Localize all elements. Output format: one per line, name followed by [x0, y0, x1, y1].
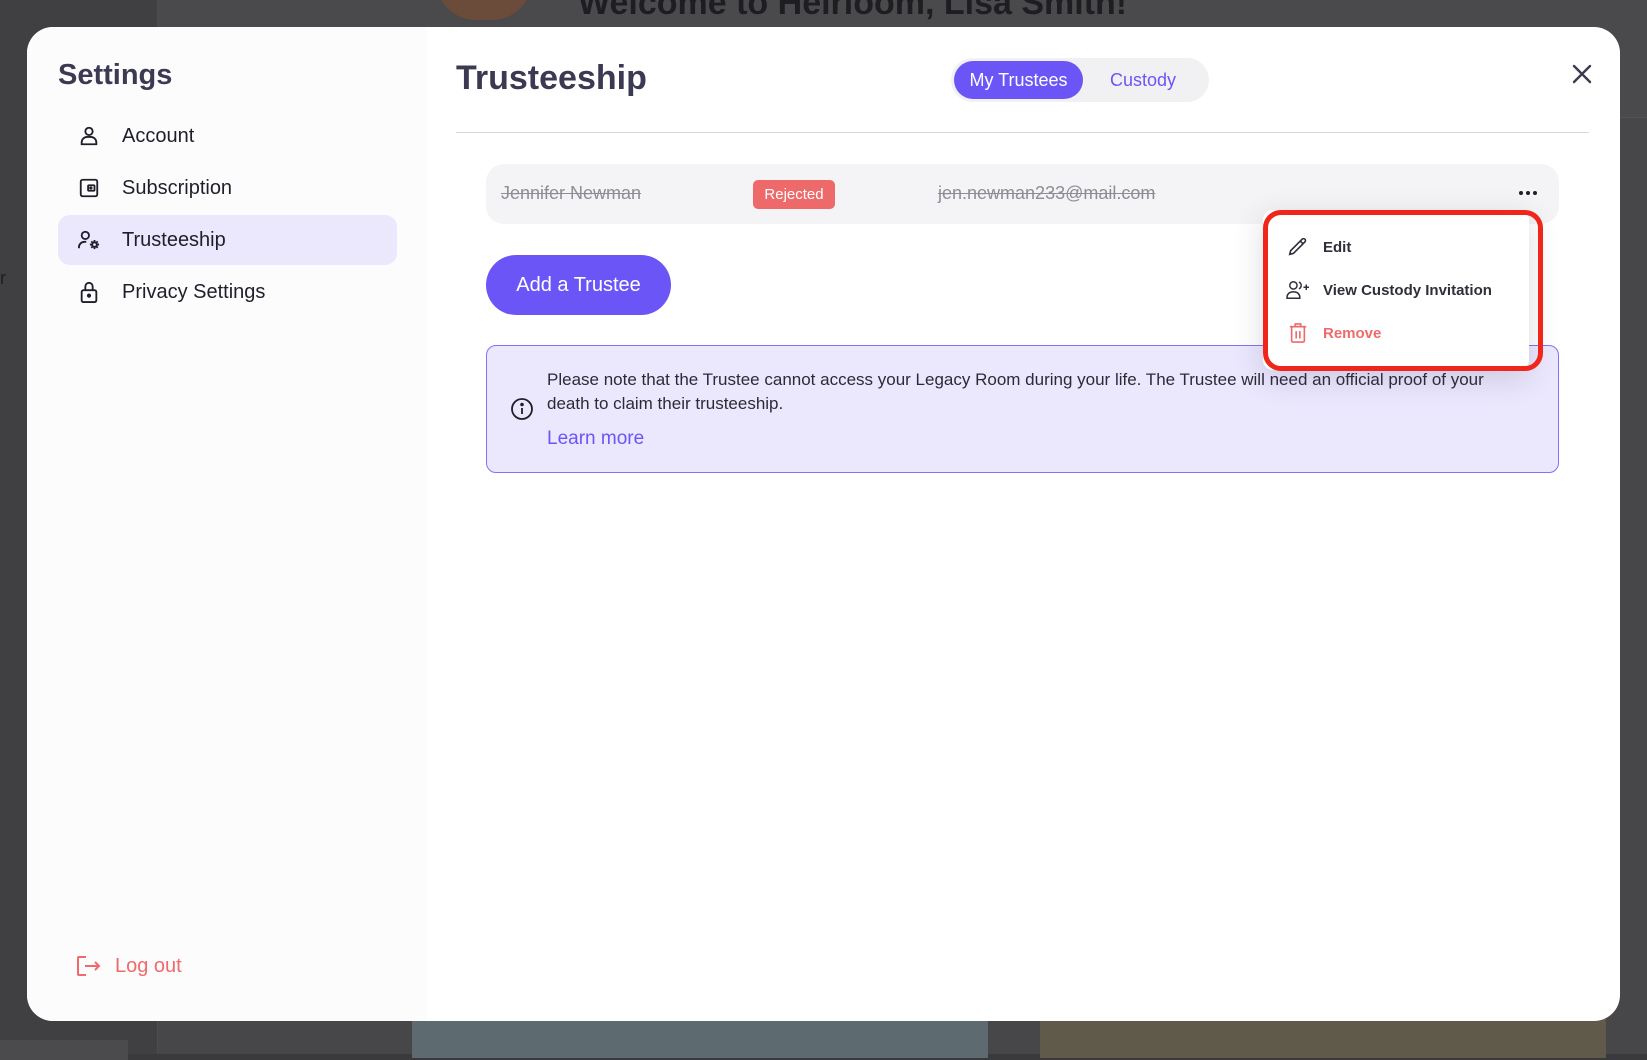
sidebar-item-trusteeship[interactable]: Trusteeship [58, 215, 397, 265]
status-badge: Rejected [753, 180, 835, 209]
lock-icon [76, 279, 102, 305]
menu-item-remove[interactable]: Remove [1285, 320, 1381, 346]
menu-item-edit[interactable]: Edit [1285, 234, 1351, 260]
learn-more-link[interactable]: Learn more [547, 428, 644, 450]
background-photo [412, 1018, 988, 1058]
divider [456, 132, 1589, 133]
sidebar-item-subscription[interactable]: Subscription [58, 163, 397, 213]
sidebar-item-account[interactable]: Account [58, 111, 397, 161]
ellipsis-icon [1516, 181, 1540, 205]
more-options-button[interactable] [1516, 181, 1540, 205]
menu-item-label: Remove [1323, 325, 1381, 342]
background-strip [0, 1040, 128, 1060]
tab-custody[interactable]: Custody [1083, 61, 1203, 99]
logout-icon [75, 953, 101, 979]
menu-item-view-custody-invitation[interactable]: View Custody Invitation [1285, 277, 1492, 303]
wallet-icon [76, 175, 102, 201]
background-side-letter: r [0, 268, 6, 289]
page-title: Trusteeship [456, 59, 647, 98]
settings-modal: Settings Account Subscription Trusteeshi… [27, 27, 1620, 1021]
background-photo [1040, 1018, 1606, 1058]
menu-item-label: View Custody Invitation [1323, 282, 1492, 299]
close-button[interactable] [1567, 59, 1597, 89]
sidebar-item-privacy-settings[interactable]: Privacy Settings [58, 267, 397, 317]
info-text: Please note that the Trustee cannot acce… [547, 368, 1507, 416]
user-plus-icon [1285, 277, 1311, 303]
context-menu: Edit View Custody Invitation Remove [1263, 210, 1529, 370]
trustee-email: jen.newman233@mail.com [938, 183, 1155, 204]
menu-item-label: Edit [1323, 239, 1351, 256]
sidebar-item-label: Account [122, 125, 194, 148]
sidebar-item-label: Subscription [122, 177, 232, 200]
settings-sidebar: Settings Account Subscription Trusteeshi… [27, 27, 427, 1021]
close-icon [1567, 59, 1597, 89]
background-heading: Welcome to Heirloom, Lisa Smith! [578, 0, 1127, 23]
tab-switcher: My Trustees Custody [951, 58, 1209, 102]
sidebar-item-label: Trusteeship [122, 229, 226, 252]
logout-button[interactable]: Log out [75, 953, 182, 979]
user-gear-icon [76, 227, 102, 253]
info-icon [510, 397, 534, 421]
tab-my-trustees[interactable]: My Trustees [954, 61, 1083, 99]
pencil-icon [1285, 234, 1311, 260]
sidebar-item-label: Privacy Settings [122, 281, 265, 304]
settings-title: Settings [58, 59, 172, 92]
trustee-name: Jennifer Newman [501, 183, 641, 204]
add-trustee-button[interactable]: Add a Trustee [486, 255, 671, 315]
user-icon [76, 123, 102, 149]
logout-label: Log out [115, 955, 182, 978]
trash-icon [1285, 320, 1311, 346]
